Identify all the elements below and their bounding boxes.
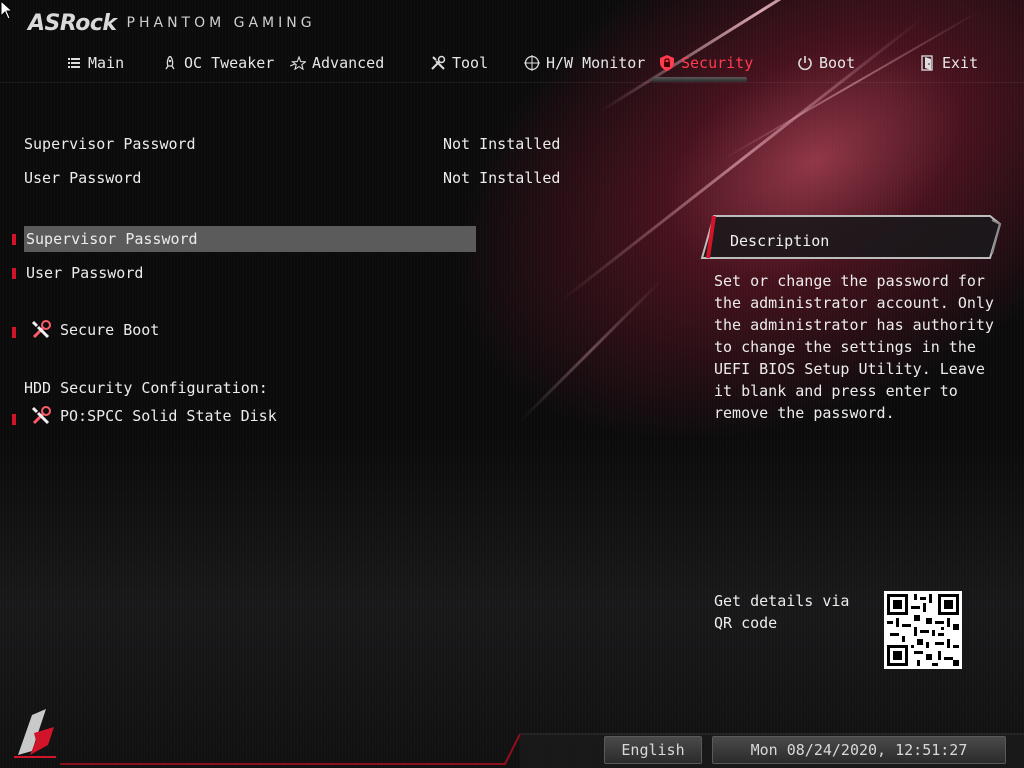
tab-label: Security — [681, 54, 754, 72]
wrench-screwdriver-icon — [31, 406, 51, 425]
tab-label: H/W Monitor — [546, 54, 646, 72]
brand-subtitle: PHANTOM GAMING — [126, 15, 316, 31]
tab-label: Boot — [819, 54, 856, 72]
status-value-user: Not Installed — [443, 169, 561, 187]
hdd-section-label: HDD Security Configuration: — [24, 379, 268, 397]
app-logo: ASRock PHANTOM GAMING — [28, 10, 316, 36]
status-label-supervisor: Supervisor Password — [24, 135, 196, 153]
secure-boot-item[interactable]: Secure Boot — [30, 317, 159, 343]
status-value-supervisor: Not Installed — [443, 135, 561, 153]
tab-label: Exit — [942, 54, 979, 72]
power-icon — [797, 55, 813, 71]
datetime-display: Mon 08/24/2020, 12:51:27 — [712, 736, 1006, 764]
language-selector[interactable]: English — [604, 736, 702, 764]
status-label-user: User Password — [24, 169, 142, 187]
item-label: Secure Boot — [60, 321, 160, 339]
item-label: User Password — [26, 264, 144, 282]
item-marker — [12, 414, 16, 425]
list-icon — [66, 55, 82, 71]
item-label: Supervisor Password — [26, 230, 198, 248]
item-marker — [12, 268, 16, 279]
tab-label: OC Tweaker — [184, 54, 275, 72]
tab-divider — [0, 82, 1024, 83]
tab-security[interactable]: Security — [659, 48, 753, 78]
item-marker — [12, 327, 16, 338]
phantom-gaming-logo — [14, 709, 56, 758]
shield-icon — [659, 55, 675, 71]
description-title: Description — [730, 232, 830, 250]
brand-name: ASRock — [28, 10, 117, 36]
qr-caption: Get details via QR code — [714, 592, 850, 632]
tools-icon — [430, 55, 446, 71]
target-icon — [524, 55, 540, 71]
wrench-screwdriver-icon — [31, 320, 51, 339]
tab-oc-tweaker[interactable]: OC Tweaker — [162, 48, 274, 78]
supervisor-password-item[interactable]: Supervisor Password — [24, 226, 476, 252]
tab-label: Tool — [452, 54, 489, 72]
tab-boot[interactable]: Boot — [797, 48, 855, 78]
exit-door-icon — [920, 55, 936, 71]
datetime-label: Mon 08/24/2020, 12:51:27 — [750, 741, 968, 759]
tab-hw-monitor[interactable]: H/W Monitor — [524, 48, 645, 78]
tab-label: Main — [88, 54, 125, 72]
top-tab-bar: Main OC Tweaker Advanced Tool H/W Monito… — [0, 48, 1024, 82]
tab-label: Advanced — [312, 54, 385, 72]
item-marker — [12, 234, 16, 245]
description-text: Set or change the password for the admin… — [714, 272, 994, 422]
item-label: PO:SPCC Solid State Disk — [60, 407, 277, 425]
tab-tool[interactable]: Tool — [430, 48, 488, 78]
qr-code-image — [884, 591, 962, 669]
language-label: English — [621, 741, 685, 759]
rocket-icon — [162, 55, 178, 71]
tab-main[interactable]: Main — [66, 48, 124, 78]
star-icon — [290, 55, 306, 71]
hdd-device-item[interactable]: PO:SPCC Solid State Disk — [30, 403, 277, 429]
mouse-cursor-icon — [0, 0, 12, 20]
tab-exit[interactable]: Exit — [920, 48, 978, 78]
user-password-item[interactable]: User Password — [26, 260, 143, 286]
tab-advanced[interactable]: Advanced — [290, 48, 384, 78]
